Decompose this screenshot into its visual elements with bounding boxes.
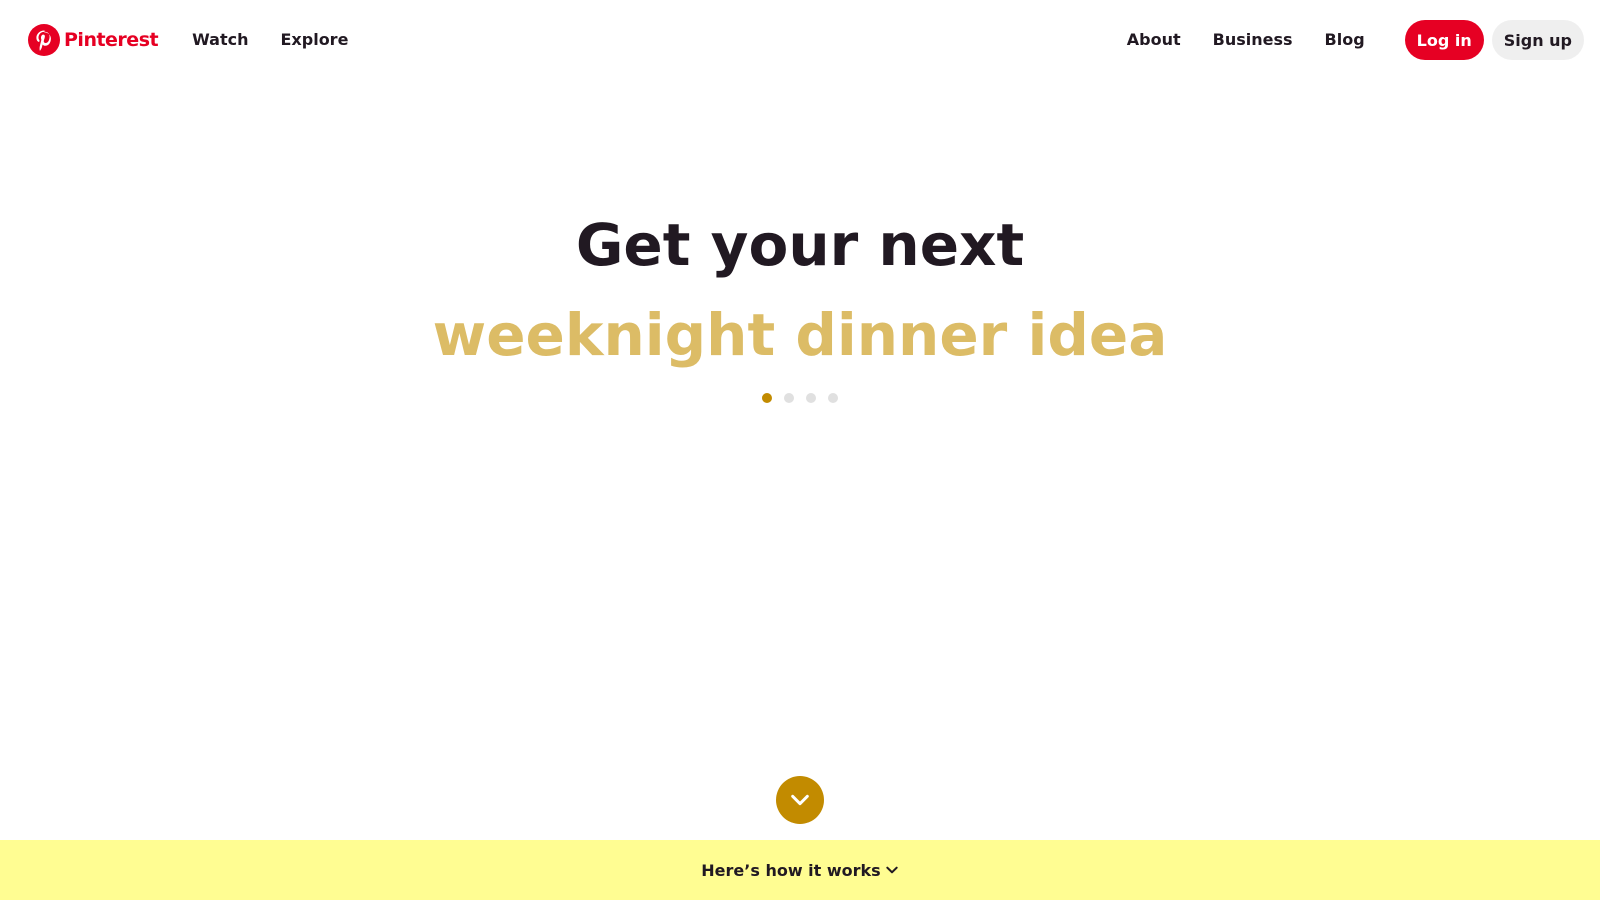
how-it-works-banner: Here’s how it works bbox=[0, 840, 1600, 900]
carousel-indicators bbox=[0, 393, 1600, 403]
brand-name: Pinterest bbox=[64, 29, 159, 51]
nav-business-link[interactable]: Business bbox=[1197, 20, 1309, 60]
page: Pinterest Watch Explore About Business B… bbox=[0, 0, 1600, 900]
nav-watch-link[interactable]: Watch bbox=[176, 20, 264, 60]
signup-button[interactable]: Sign up bbox=[1491, 20, 1584, 60]
carousel-dot-3[interactable] bbox=[806, 393, 816, 403]
chevron-down-icon bbox=[791, 794, 809, 806]
how-it-works-label: Here’s how it works bbox=[701, 860, 881, 880]
pinterest-logo-link[interactable]: Pinterest bbox=[28, 24, 159, 56]
carousel-dot-2[interactable] bbox=[784, 393, 794, 403]
nav-explore-link[interactable]: Explore bbox=[265, 20, 365, 60]
login-button[interactable]: Log in bbox=[1404, 20, 1484, 60]
pinterest-logo-icon bbox=[28, 24, 60, 56]
carousel-dot-4[interactable] bbox=[828, 393, 838, 403]
header-left: Pinterest Watch Explore bbox=[28, 20, 364, 60]
hero-rotating-subtitle: weeknight dinner idea bbox=[432, 301, 1168, 369]
nav-about-link[interactable]: About bbox=[1111, 20, 1197, 60]
header: Pinterest Watch Explore About Business B… bbox=[0, 0, 1600, 80]
how-it-works-link[interactable]: Here’s how it works bbox=[701, 861, 898, 880]
carousel-dot-1[interactable] bbox=[762, 393, 772, 403]
hero-title: Get your next bbox=[575, 211, 1025, 279]
scroll-down-button[interactable] bbox=[776, 776, 824, 824]
nav-blog-link[interactable]: Blog bbox=[1309, 20, 1381, 60]
header-right: About Business Blog Log in Sign up bbox=[1111, 20, 1584, 60]
chevron-down-icon bbox=[886, 866, 898, 874]
